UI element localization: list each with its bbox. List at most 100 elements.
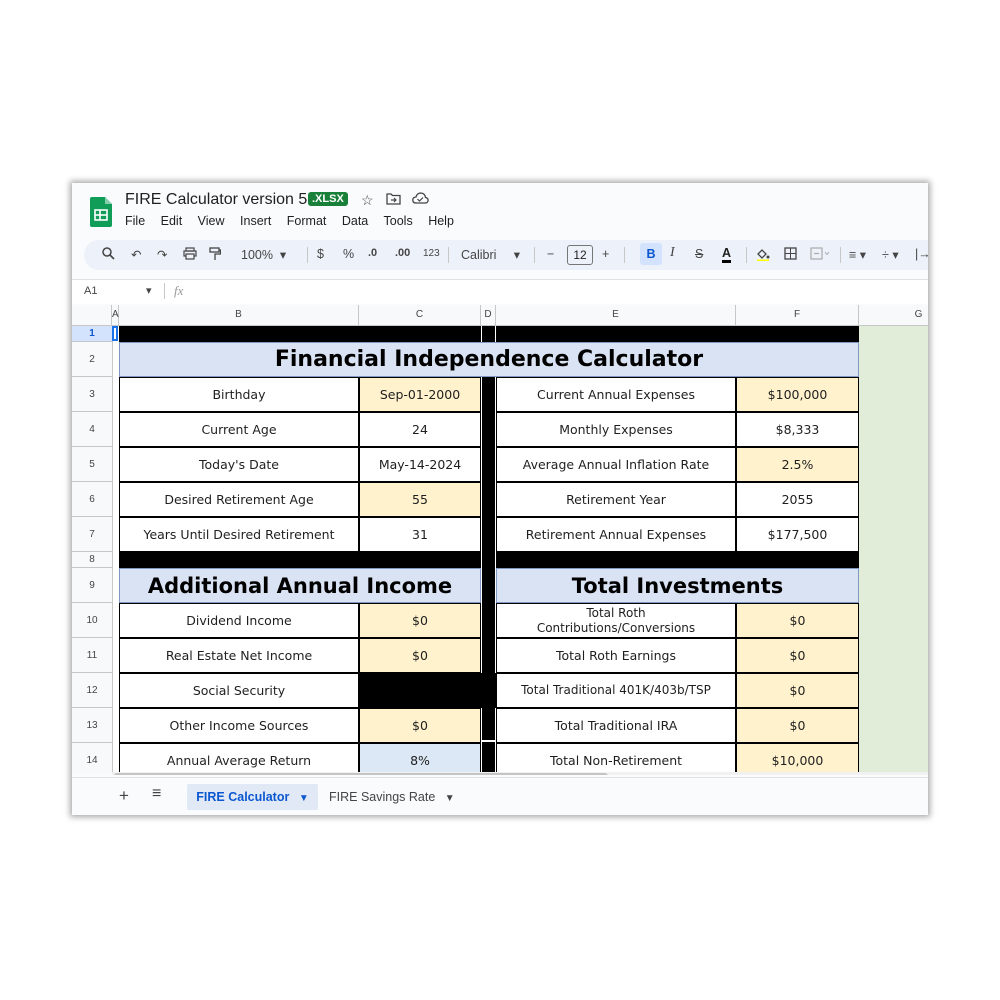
- print-icon[interactable]: [183, 247, 197, 263]
- additional-income-title[interactable]: Additional Annual Income: [119, 568, 481, 603]
- todays-date-value[interactable]: May-14-2024: [359, 447, 481, 482]
- row-header-2[interactable]: 2: [72, 342, 112, 377]
- spreadsheet-grid[interactable]: A B C D E F G 1 2 3 4 5 6 7 8 9 10 11 12…: [72, 305, 928, 775]
- roth-earnings-label[interactable]: Total Roth Earnings: [496, 638, 736, 673]
- horizontal-align-icon[interactable]: ≡ ▾: [849, 247, 866, 262]
- strikethrough-icon[interactable]: S: [695, 247, 703, 261]
- monthly-expenses-label[interactable]: Monthly Expenses: [496, 412, 736, 447]
- font-size-input[interactable]: 12: [567, 245, 593, 265]
- todays-date-label[interactable]: Today's Date: [119, 447, 359, 482]
- other-income-label[interactable]: Other Income Sources: [119, 708, 359, 743]
- decrease-decimal-button[interactable]: .0: [368, 247, 377, 259]
- dividend-income-label[interactable]: Dividend Income: [119, 603, 359, 638]
- format-currency-button[interactable]: $: [317, 247, 324, 261]
- retirement-annual-expenses-value[interactable]: $177,500: [736, 517, 859, 552]
- cloud-status-icon[interactable]: [412, 192, 429, 208]
- vertical-align-icon[interactable]: ÷ ▾: [882, 247, 899, 262]
- move-folder-icon[interactable]: [386, 192, 401, 208]
- horizontal-scrollbar[interactable]: [112, 772, 928, 775]
- row-header-3[interactable]: 3: [72, 377, 112, 412]
- star-icon[interactable]: ☆: [361, 192, 374, 209]
- add-sheet-icon[interactable]: +: [119, 786, 129, 806]
- selected-cell-a1[interactable]: [112, 326, 118, 341]
- select-all-corner[interactable]: [72, 305, 112, 325]
- column-header-b[interactable]: B: [119, 305, 359, 325]
- all-sheets-icon[interactable]: ≡: [152, 785, 161, 803]
- menu-edit[interactable]: Edit: [161, 214, 183, 228]
- decrease-font-size-button[interactable]: −: [547, 247, 554, 261]
- inflation-rate-label[interactable]: Average Annual Inflation Rate: [496, 447, 736, 482]
- format-percent-button[interactable]: %: [343, 247, 354, 261]
- italic-button[interactable]: I: [670, 245, 675, 261]
- tab-dropdown-icon[interactable]: ▼: [299, 793, 309, 804]
- row-header-9[interactable]: 9: [72, 568, 112, 603]
- row-header-4[interactable]: 4: [72, 412, 112, 447]
- column-header-d[interactable]: D: [481, 305, 496, 325]
- increase-font-size-button[interactable]: +: [602, 247, 609, 261]
- current-age-value[interactable]: 24: [359, 412, 481, 447]
- traditional-ira-value[interactable]: $0: [736, 708, 859, 743]
- traditional-401k-label[interactable]: Total Traditional 401K/403b/TSP: [496, 673, 736, 708]
- column-header-e[interactable]: E: [496, 305, 736, 325]
- roth-contributions-label[interactable]: Total Roth Contributions/Conversions: [496, 603, 736, 638]
- merge-cells-icon[interactable]: [810, 247, 830, 263]
- row-header-12[interactable]: 12: [72, 673, 112, 708]
- social-security-value[interactable]: [359, 673, 496, 708]
- years-until-retirement-value[interactable]: 31: [359, 517, 481, 552]
- tab-fire-calculator[interactable]: FIRE Calculator ▼: [187, 784, 318, 810]
- bold-button[interactable]: B: [640, 243, 662, 265]
- column-header-g[interactable]: G: [859, 305, 928, 325]
- row-header-5[interactable]: 5: [72, 447, 112, 482]
- undo-icon[interactable]: ↶: [131, 247, 141, 262]
- real-estate-income-label[interactable]: Real Estate Net Income: [119, 638, 359, 673]
- text-wrapping-icon[interactable]: |→: [915, 247, 928, 261]
- retirement-year-value[interactable]: 2055: [736, 482, 859, 517]
- borders-icon[interactable]: [784, 247, 797, 263]
- text-color-button[interactable]: A: [722, 247, 732, 263]
- birthday-value[interactable]: Sep-01-2000: [359, 377, 481, 412]
- row-header-13[interactable]: 13: [72, 708, 112, 743]
- roth-earnings-value[interactable]: $0: [736, 638, 859, 673]
- row-header-14[interactable]: 14: [72, 743, 112, 775]
- font-select[interactable]: Calibri ▾: [461, 247, 520, 262]
- monthly-expenses-value[interactable]: $8,333: [736, 412, 859, 447]
- tab-fire-savings-rate[interactable]: FIRE Savings Rate ▼: [329, 784, 455, 810]
- row-header-10[interactable]: 10: [72, 603, 112, 638]
- menu-help[interactable]: Help: [428, 214, 454, 228]
- traditional-401k-value[interactable]: $0: [736, 673, 859, 708]
- other-income-value[interactable]: $0: [359, 708, 481, 743]
- roth-contributions-value[interactable]: $0: [736, 603, 859, 638]
- dividend-income-value[interactable]: $0: [359, 603, 481, 638]
- retirement-annual-expenses-label[interactable]: Retirement Annual Expenses: [496, 517, 736, 552]
- column-header-c[interactable]: C: [359, 305, 481, 325]
- menu-format[interactable]: Format: [287, 214, 327, 228]
- non-retirement-label[interactable]: Total Non-Retirement: [496, 743, 736, 775]
- current-annual-expenses-value[interactable]: $100,000: [736, 377, 859, 412]
- desired-retirement-age-label[interactable]: Desired Retirement Age: [119, 482, 359, 517]
- social-security-label[interactable]: Social Security: [119, 673, 359, 708]
- more-formats-button[interactable]: 123: [423, 248, 440, 259]
- zoom-select[interactable]: 100% ▾: [241, 247, 286, 262]
- non-retirement-value[interactable]: $10,000: [736, 743, 859, 775]
- birthday-label[interactable]: Birthday: [119, 377, 359, 412]
- tab-dropdown-icon[interactable]: ▼: [445, 793, 455, 804]
- retirement-year-label[interactable]: Retirement Year: [496, 482, 736, 517]
- increase-decimal-button[interactable]: .00: [395, 247, 410, 259]
- column-header-a[interactable]: A: [112, 305, 119, 325]
- main-title[interactable]: Financial Independence Calculator: [119, 342, 859, 377]
- menu-data[interactable]: Data: [342, 214, 368, 228]
- fill-color-icon[interactable]: [756, 247, 770, 264]
- name-box-dropdown-icon[interactable]: ▾: [146, 284, 152, 297]
- row-header-1[interactable]: 1: [72, 326, 112, 342]
- inflation-rate-value[interactable]: 2.5%: [736, 447, 859, 482]
- annual-average-return-value[interactable]: 8%: [359, 743, 481, 775]
- menu-tools[interactable]: Tools: [384, 214, 413, 228]
- real-estate-income-value[interactable]: $0: [359, 638, 481, 673]
- menu-insert[interactable]: Insert: [240, 214, 271, 228]
- desired-retirement-age-value[interactable]: 55: [359, 482, 481, 517]
- years-until-retirement-label[interactable]: Years Until Desired Retirement: [119, 517, 359, 552]
- scrollbar-thumb[interactable]: [114, 773, 608, 775]
- search-menus-icon[interactable]: [102, 247, 115, 263]
- annual-average-return-label[interactable]: Annual Average Return: [119, 743, 359, 775]
- row-header-6[interactable]: 6: [72, 482, 112, 517]
